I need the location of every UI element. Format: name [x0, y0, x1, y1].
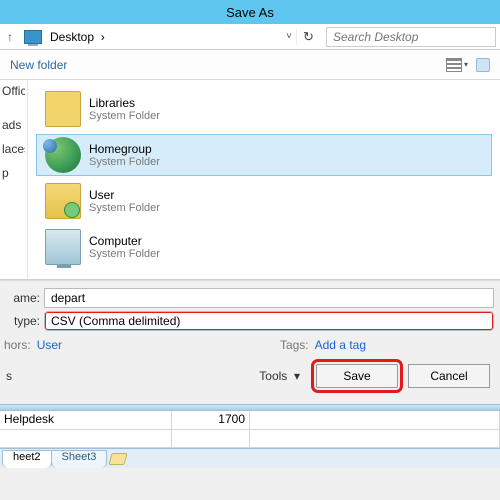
item-label: Libraries — [89, 96, 160, 110]
filetype-label: type: — [2, 314, 40, 328]
toolbar: New folder ▾ — [0, 50, 500, 80]
item-homegroup[interactable]: Homegroup System Folder — [36, 134, 492, 176]
refresh-icon[interactable]: ↻ — [296, 29, 320, 45]
chevron-down-icon[interactable]: ˅ — [282, 31, 296, 42]
filename-input[interactable] — [44, 288, 494, 308]
cell-c[interactable] — [250, 411, 500, 429]
item-sub: System Folder — [89, 202, 160, 214]
sidebar-item-downloads[interactable]: ads — [2, 118, 25, 132]
help-icon[interactable] — [476, 58, 490, 72]
computer-icon — [45, 229, 81, 265]
file-list: Libraries System Folder Homegroup System… — [28, 80, 500, 279]
filename-label: ame: — [2, 291, 40, 305]
window-title: Save As — [226, 5, 274, 20]
browse-folders-label[interactable]: s — [6, 369, 12, 383]
sheet-tabs: heet2 Sheet3 — [0, 448, 500, 468]
tags-value[interactable]: Add a tag — [315, 338, 366, 352]
table-row[interactable]: Helpdesk 1700 — [0, 411, 500, 430]
table-row[interactable] — [0, 430, 500, 448]
spreadsheet: Helpdesk 1700 heet2 Sheet3 — [0, 404, 500, 468]
location-breadcrumb[interactable]: Desktop › — [46, 30, 282, 44]
view-options-icon[interactable] — [446, 58, 462, 72]
authors-value[interactable]: User — [37, 338, 62, 352]
address-bar: ↑ Desktop › ˅ ↻ — [0, 24, 500, 50]
homegroup-icon — [45, 137, 81, 173]
save-button[interactable]: Save — [316, 364, 398, 388]
sidebar: Office E ads laces p — [0, 80, 28, 279]
tags-label: Tags: — [280, 338, 309, 352]
item-sub: System Folder — [89, 156, 160, 168]
item-sub: System Folder — [89, 248, 160, 260]
cell-a[interactable]: Helpdesk — [0, 411, 172, 429]
fields-panel: ame: type: CSV (Comma delimited) hors: U… — [0, 280, 500, 404]
filetype-select[interactable]: CSV (Comma delimited) — [44, 311, 494, 331]
item-computer[interactable]: Computer System Folder — [36, 226, 492, 268]
authors-label: hors: — [4, 338, 31, 352]
user-icon — [45, 183, 81, 219]
sidebar-item[interactable]: p — [2, 166, 25, 180]
libraries-icon — [45, 91, 81, 127]
sidebar-item-office[interactable]: Office E — [2, 84, 25, 98]
new-sheet-icon[interactable] — [109, 453, 128, 465]
tools-menu[interactable]: Tools ▾ — [259, 369, 300, 383]
desktop-icon — [24, 30, 42, 44]
sidebar-item-places[interactable]: laces — [2, 142, 25, 156]
item-label: User — [89, 188, 160, 202]
tab-sheet3[interactable]: Sheet3 — [51, 450, 108, 468]
tab-sheet2[interactable]: heet2 — [2, 450, 52, 468]
title-bar: Save As — [0, 0, 500, 24]
new-folder-button[interactable]: New folder — [10, 58, 67, 72]
search-input[interactable] — [326, 27, 496, 47]
item-label: Homegroup — [89, 142, 160, 156]
item-libraries[interactable]: Libraries System Folder — [36, 88, 492, 130]
main-pane: Office E ads laces p Libraries System Fo… — [0, 80, 500, 280]
cancel-button[interactable]: Cancel — [408, 364, 490, 388]
chevron-down-icon[interactable]: ▾ — [464, 60, 468, 69]
up-arrow-icon[interactable]: ↑ — [0, 30, 20, 44]
item-sub: System Folder — [89, 110, 160, 122]
item-user[interactable]: User System Folder — [36, 180, 492, 222]
cell-b[interactable]: 1700 — [172, 411, 250, 429]
item-label: Computer — [89, 234, 160, 248]
